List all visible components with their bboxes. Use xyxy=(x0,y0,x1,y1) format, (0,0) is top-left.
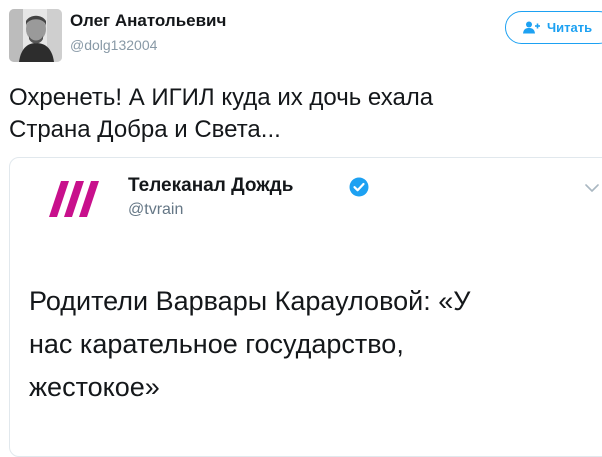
add-user-icon xyxy=(523,21,540,34)
author-name[interactable]: Олег Анатольевич xyxy=(70,11,226,31)
quoted-tweet-text: Родители Варвары Карауловой: «У нас кара… xyxy=(29,286,471,402)
quoted-tweet-card[interactable]: Телеканал Дождь @tvrain Родители Варвары… xyxy=(9,157,602,457)
avatar-image xyxy=(9,9,62,62)
quoted-author-name[interactable]: Телеканал Дождь xyxy=(128,175,293,197)
verified-badge-icon xyxy=(349,177,369,202)
tvrain-logo[interactable] xyxy=(49,181,99,222)
author-handle[interactable]: @dolg132004 xyxy=(70,37,157,53)
quoted-author-handle[interactable]: @tvrain xyxy=(128,201,183,219)
follow-button[interactable]: Читать xyxy=(505,11,602,44)
avatar[interactable] xyxy=(9,9,62,62)
follow-button-label: Читать xyxy=(547,20,593,35)
chevron-down-icon[interactable] xyxy=(585,180,599,198)
tweet-text: Охренеть! А ИГИЛ куда их дочь ехала Стра… xyxy=(9,84,434,143)
